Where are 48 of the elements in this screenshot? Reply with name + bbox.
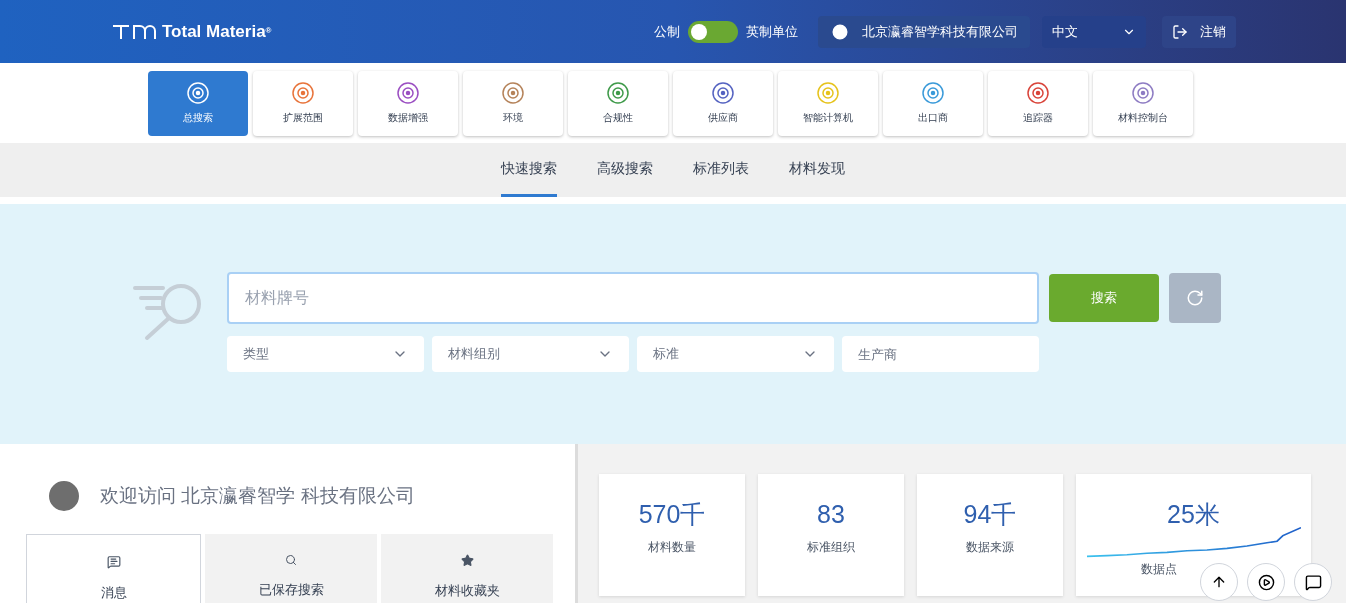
module-tile[interactable]: 数据增强: [358, 70, 458, 136]
star-icon: [460, 554, 474, 567]
module-tile[interactable]: 材料控制台: [1093, 70, 1193, 136]
welcome-text: 欢迎访问 北京瀛睿智学 科技有限公司: [100, 483, 415, 508]
search-tab[interactable]: 材料发现: [789, 143, 845, 197]
stat-value: 94千: [963, 499, 1017, 530]
panel-tab[interactable]: 消息: [26, 534, 201, 603]
logout-icon: [1172, 23, 1188, 40]
refresh-icon: [1186, 289, 1204, 307]
stat-value: 25米: [1167, 499, 1220, 530]
stat-value: 570千: [638, 499, 706, 530]
module-tile[interactable]: 环境: [463, 70, 563, 136]
unit-toggle[interactable]: [688, 20, 738, 43]
module-tile[interactable]: 总搜索: [148, 70, 248, 136]
stat-label: 标准组织: [807, 538, 855, 556]
filter-field[interactable]: 生产商: [842, 336, 1039, 372]
unit-label: 英制单位: [746, 22, 798, 41]
filter-dropdown[interactable]: 标准: [637, 336, 834, 372]
filter-dropdown[interactable]: 材料组别: [432, 336, 629, 372]
module-tile[interactable]: 扩展范围: [253, 70, 353, 136]
message-icon: [106, 555, 121, 569]
panel-tab[interactable]: 材料收藏夹: [381, 534, 553, 603]
search-icon: [285, 554, 297, 566]
module-tile[interactable]: 追踪器: [988, 70, 1088, 136]
module-tile[interactable]: 合规性: [568, 70, 668, 136]
stat-label: 数据来源: [966, 538, 1014, 556]
module-tile[interactable]: 供应商: [673, 70, 773, 136]
stat-label: 数据点: [1140, 560, 1177, 578]
chat-button[interactable]: [1294, 563, 1332, 601]
panel-tab[interactable]: 已保存搜索: [205, 534, 377, 603]
logout-button[interactable]: 注销: [1162, 15, 1236, 48]
user-icon: [830, 21, 850, 42]
play-icon: [1257, 573, 1275, 591]
filter-dropdown[interactable]: 类型: [227, 336, 424, 372]
search-tab[interactable]: 高级搜索: [597, 143, 653, 197]
search-tab[interactable]: 快速搜索: [501, 143, 557, 197]
unit-label: 公制: [654, 22, 680, 41]
module-tile[interactable]: 出口商: [883, 70, 983, 136]
brand-name: Total Materia$^{®}$: [162, 20, 272, 43]
chat-icon: [1304, 573, 1322, 591]
stat-value: 83: [817, 499, 845, 530]
stat-label: 材料数量: [648, 538, 696, 556]
module-tile[interactable]: 智能计算机: [778, 70, 878, 136]
search-tab[interactable]: 标准列表: [693, 143, 749, 197]
logo-icon: [112, 23, 156, 40]
language-select[interactable]: 中文: [1042, 15, 1146, 48]
material-search-field[interactable]: 材料牌号: [227, 272, 1039, 324]
account-button[interactable]: 北京瀛睿智学科技有限公司: [818, 15, 1030, 48]
